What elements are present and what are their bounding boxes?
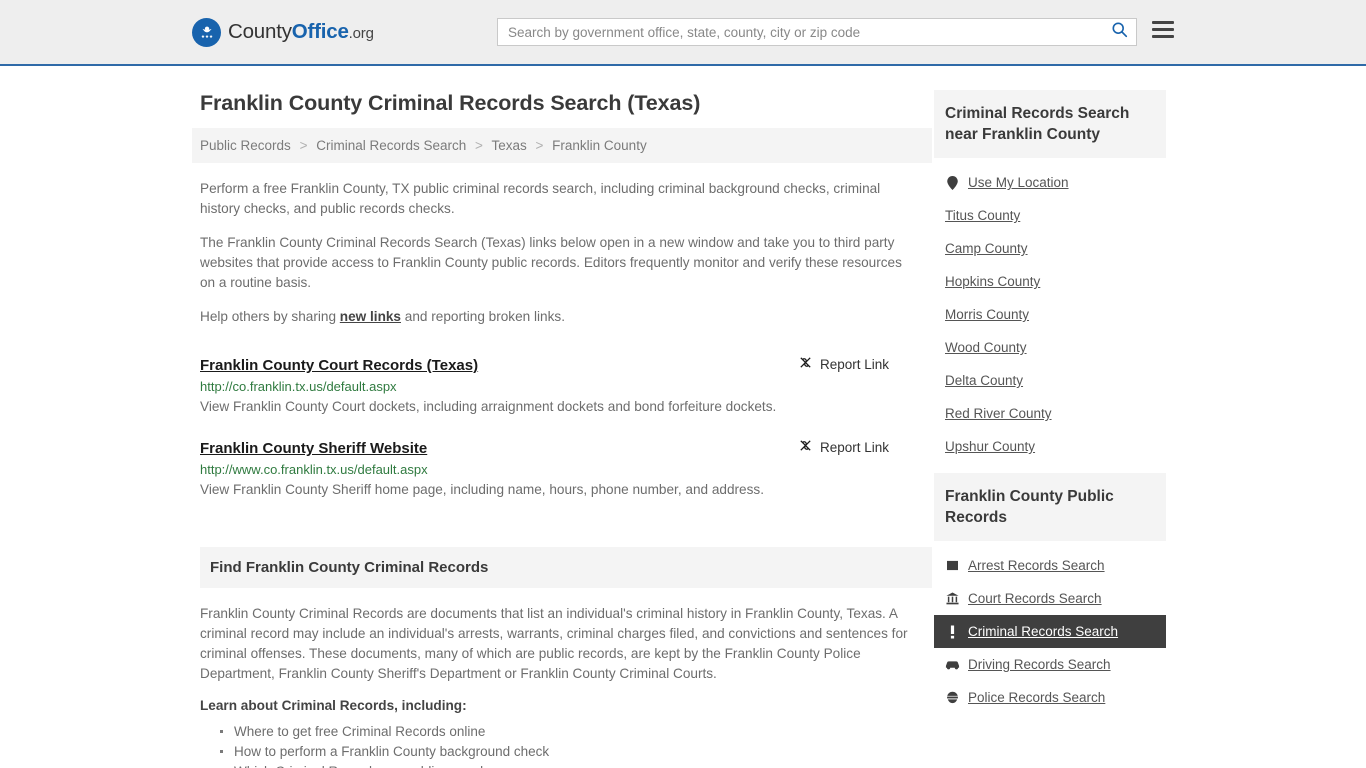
nearby-searches-heading: Criminal Records Search near Franklin Co…	[934, 90, 1166, 158]
sidebar-item-label[interactable]: Titus County	[945, 208, 1020, 223]
broken-link-icon	[798, 438, 813, 456]
search-box[interactable]	[497, 18, 1137, 46]
sidebar-item-label[interactable]: Driving Records Search	[968, 657, 1111, 672]
report-link-label: Report Link	[819, 439, 889, 455]
public-records-list: Arrest Records Search Court Records Sear…	[934, 541, 1166, 714]
hamburger-menu-icon[interactable]	[1152, 21, 1174, 38]
sidebar-item-delta-county[interactable]: Delta County	[934, 364, 1166, 397]
report-link-button[interactable]: Report Link	[798, 438, 932, 456]
sidebar-item-hopkins-county[interactable]: Hopkins County	[934, 265, 1166, 298]
hamburger-bar	[1152, 21, 1174, 24]
sidebar-item-label[interactable]: Wood County	[945, 340, 1027, 355]
breadcrumb-item-public-records[interactable]: Public Records	[200, 138, 291, 153]
breadcrumb-separator: >	[535, 138, 544, 153]
learn-list: Where to get free Criminal Records onlin…	[200, 722, 932, 768]
list-item: Where to get free Criminal Records onlin…	[220, 722, 932, 742]
sidebar-item-label[interactable]: Delta County	[945, 373, 1023, 388]
exclamation-icon	[945, 625, 960, 639]
intro-paragraph-3: Help others by sharing new links and rep…	[200, 307, 912, 327]
list-item: Which Criminal Records are public record…	[232, 762, 932, 768]
sidebar: Criminal Records Search near Franklin Co…	[934, 66, 1166, 768]
breadcrumb-item-texas[interactable]: Texas	[491, 138, 526, 153]
breadcrumb-item-franklin-county[interactable]: Franklin County	[552, 138, 647, 153]
sidebar-item-label[interactable]: Criminal Records Search	[968, 624, 1118, 639]
breadcrumb-item-criminal-records-search[interactable]: Criminal Records Search	[316, 138, 466, 153]
page-body: Franklin County Criminal Records Search …	[0, 66, 1366, 768]
result-title-link[interactable]: Franklin County Court Records (Texas)	[200, 357, 478, 374]
breadcrumb-separator: >	[299, 138, 308, 153]
sidebar-item-label[interactable]: Hopkins County	[945, 274, 1040, 289]
find-section-heading: Find Franklin County Criminal Records	[200, 547, 932, 588]
result-description: View Franklin County Sheriff home page, …	[200, 482, 764, 497]
search-icon[interactable]	[1111, 21, 1128, 43]
sidebar-item-use-my-location[interactable]: Use My Location	[934, 166, 1166, 199]
police-badge-icon	[945, 691, 960, 704]
result-item: Franklin County Sheriff Website Report L…	[200, 424, 932, 499]
result-header: Franklin County Court Records (Texas) Re…	[200, 355, 932, 375]
result-url: http://www.co.franklin.tx.us/default.asp…	[200, 462, 428, 477]
logo-text: CountyOffice.org	[228, 20, 374, 44]
share-text-before: Help others by sharing	[200, 309, 340, 324]
logo-text-county: County	[228, 20, 292, 43]
map-pin-icon	[945, 175, 960, 190]
report-link-label: Report Link	[819, 356, 889, 372]
list-item: How to perform a Franklin County backgro…	[220, 742, 932, 762]
sidebar-item-label[interactable]: Upshur County	[945, 439, 1035, 454]
eagle-seal-icon	[192, 17, 221, 47]
intro-section: Perform a free Franklin County, TX publi…	[192, 179, 932, 327]
result-title-link[interactable]: Franklin County Sheriff Website	[200, 440, 427, 457]
hamburger-bar	[1152, 28, 1174, 31]
breadcrumb: Public Records > Criminal Records Search…	[192, 128, 932, 163]
nearby-searches-list: Use My Location Titus County Camp County…	[934, 158, 1166, 463]
intro-paragraph-2: The Franklin County Criminal Records Sea…	[200, 235, 902, 290]
public-records-panel: Franklin County Public Records Arrest Re…	[934, 473, 1166, 714]
report-link-button[interactable]: Report Link	[798, 355, 932, 373]
sidebar-item-police-records-search[interactable]: Police Records Search	[934, 681, 1166, 714]
page-title: Franklin County Criminal Records Search …	[200, 91, 701, 115]
broken-link-icon	[798, 355, 813, 373]
nearby-searches-panel: Criminal Records Search near Franklin Co…	[934, 90, 1166, 463]
sidebar-item-court-records-search[interactable]: Court Records Search	[934, 582, 1166, 615]
logo-text-tld: .org	[348, 25, 374, 42]
sidebar-item-criminal-records-search[interactable]: Criminal Records Search	[934, 615, 1166, 648]
intro-paragraph-1: Perform a free Franklin County, TX publi…	[200, 181, 881, 216]
result-header: Franklin County Sheriff Website Report L…	[200, 438, 932, 458]
result-description: View Franklin County Court dockets, incl…	[200, 399, 777, 414]
new-links-link[interactable]: new links	[340, 309, 401, 324]
sidebar-item-morris-county[interactable]: Morris County	[934, 298, 1166, 331]
sidebar-item-wood-county[interactable]: Wood County	[934, 331, 1166, 364]
result-url: http://co.franklin.tx.us/default.aspx	[200, 379, 397, 394]
sidebar-item-camp-county[interactable]: Camp County	[934, 232, 1166, 265]
courthouse-icon	[945, 592, 960, 605]
learn-about-label: Learn about Criminal Records, including:	[200, 698, 467, 713]
breadcrumb-separator: >	[475, 138, 483, 153]
sidebar-item-titus-county[interactable]: Titus County	[934, 199, 1166, 232]
sidebar-item-label[interactable]: Police Records Search	[968, 690, 1105, 705]
car-icon	[945, 659, 960, 670]
square-badge-icon	[945, 560, 960, 571]
site-logo[interactable]: CountyOffice.org	[192, 17, 374, 47]
sidebar-item-label[interactable]: Camp County	[945, 241, 1028, 256]
logo-text-office: Office	[291, 20, 349, 43]
result-item: Franklin County Court Records (Texas) Re…	[200, 341, 932, 416]
sidebar-item-label[interactable]: Morris County	[945, 307, 1029, 322]
site-header: CountyOffice.org	[0, 0, 1366, 66]
sidebar-item-upshur-county[interactable]: Upshur County	[934, 430, 1166, 463]
find-section-paragraph: Franklin County Criminal Records are doc…	[200, 606, 908, 681]
search-area	[497, 18, 1137, 46]
sidebar-item-label[interactable]: Use My Location	[968, 175, 1069, 190]
find-section-body: Franklin County Criminal Records are doc…	[200, 604, 932, 768]
main-content: Franklin County Criminal Records Search …	[192, 66, 932, 768]
sidebar-item-label[interactable]: Court Records Search	[968, 591, 1102, 606]
sidebar-item-label[interactable]: Arrest Records Search	[968, 558, 1105, 573]
search-input[interactable]	[506, 23, 1111, 41]
sidebar-item-arrest-records-search[interactable]: Arrest Records Search	[934, 549, 1166, 582]
hamburger-bar	[1152, 35, 1174, 38]
sidebar-item-label[interactable]: Red River County	[945, 406, 1052, 421]
sidebar-item-driving-records-search[interactable]: Driving Records Search	[934, 648, 1166, 681]
share-text-after: and reporting broken links.	[401, 309, 565, 324]
sidebar-item-red-river-county[interactable]: Red River County	[934, 397, 1166, 430]
public-records-heading: Franklin County Public Records	[934, 473, 1166, 541]
